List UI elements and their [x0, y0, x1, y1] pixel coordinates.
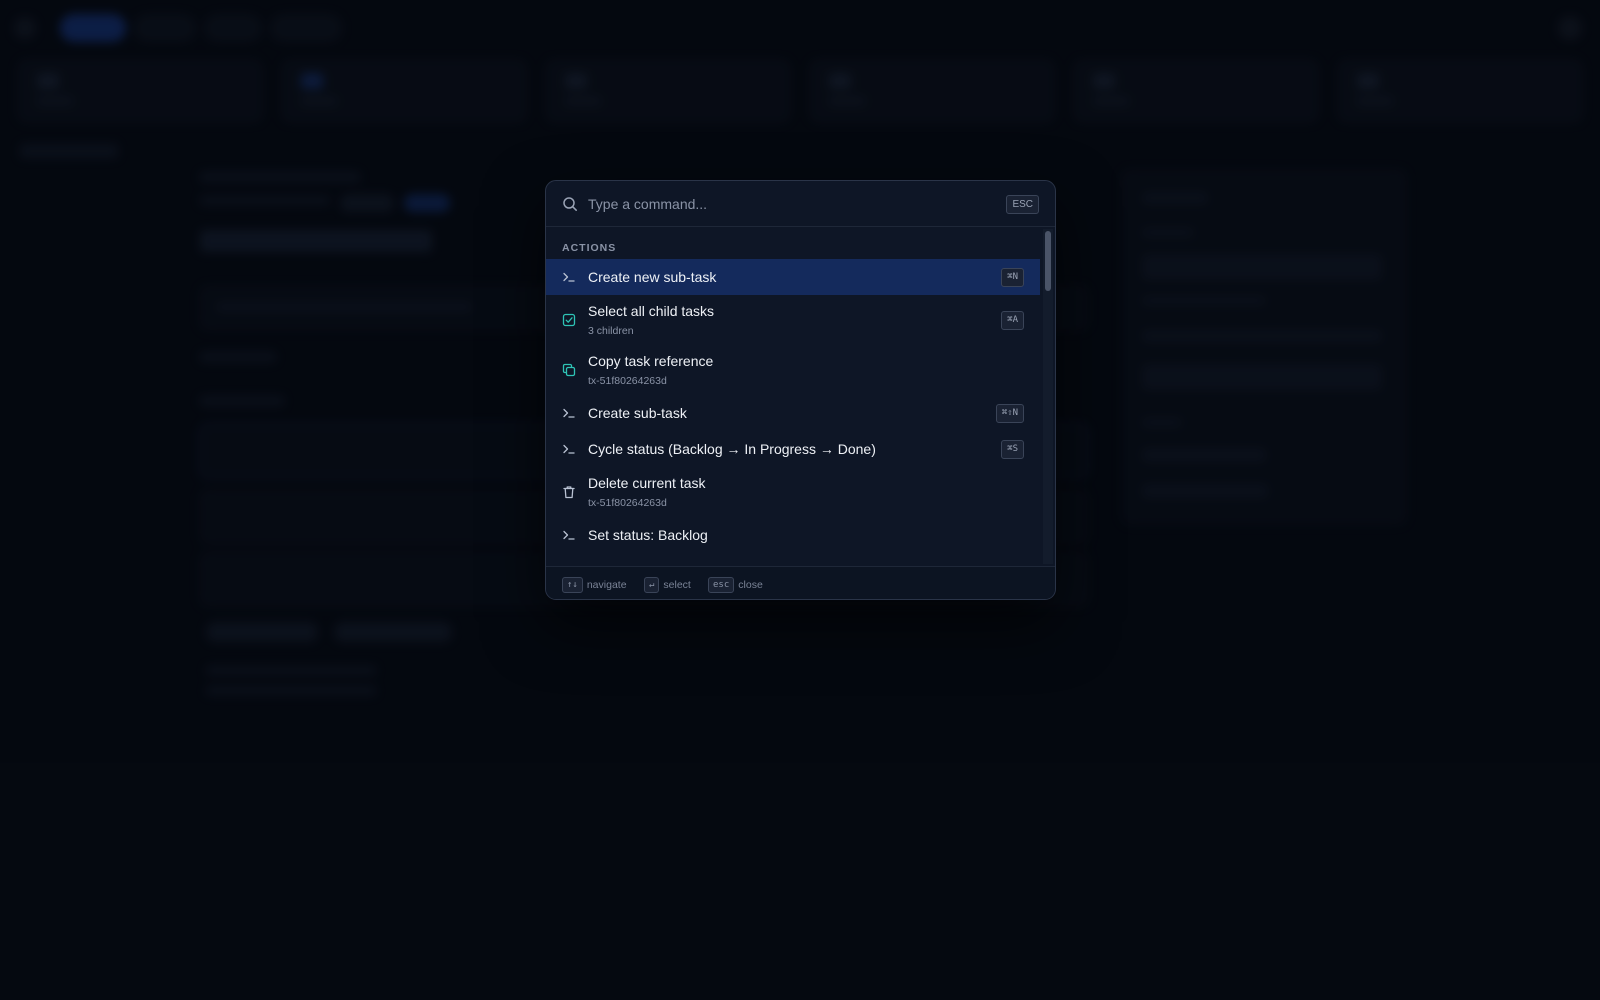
palette-footer: ↑↓ navigate ↵ select esc close — [546, 566, 1055, 599]
close-label: close — [738, 579, 763, 591]
command-item-delete-current-task[interactable]: Delete current task tx-51f80264263d — [546, 467, 1040, 517]
command-subtitle: tx-51f80264263d — [588, 375, 667, 387]
checkbox-icon — [562, 313, 576, 327]
navigate-key: ↑↓ — [562, 577, 583, 593]
command-label: Copy task reference — [588, 353, 714, 369]
hint-navigate: ↑↓ navigate — [562, 577, 627, 593]
select-label: select — [663, 579, 691, 591]
command-item-create-sub-task[interactable]: Create sub-task ⌘⇧N — [546, 395, 1040, 431]
command-list: ACTIONS Create new sub-task ⌘N Select al… — [546, 227, 1055, 566]
shortcut-badge: ⌘⇧N — [995, 404, 1024, 423]
command-item-create-new-sub-task[interactable]: Create new sub-task ⌘N — [546, 259, 1040, 295]
terminal-icon — [562, 442, 576, 456]
command-label: Create sub-task — [588, 405, 687, 421]
terminal-icon — [562, 270, 576, 284]
trash-icon — [562, 485, 576, 499]
terminal-icon — [562, 406, 576, 420]
command-item-cycle-status[interactable]: Cycle status (Backlog → In Progress → Do… — [546, 431, 1040, 467]
command-label: Cycle status (Backlog → In Progress → Do… — [588, 441, 876, 457]
hint-close: esc close — [708, 577, 763, 593]
shortcut-badge: ⌘N — [1001, 268, 1024, 287]
hint-select: ↵ select — [644, 577, 691, 593]
navigate-label: navigate — [586, 579, 627, 591]
terminal-icon — [562, 528, 576, 542]
esc-key-hint[interactable]: ESC — [1006, 195, 1039, 214]
close-key: esc — [708, 577, 735, 593]
shortcut-badge: ⌘A — [1001, 311, 1024, 330]
command-palette: ESC ACTIONS Create new sub-task ⌘N Selec… — [545, 180, 1056, 600]
scrollbar-thumb[interactable] — [1045, 231, 1051, 291]
command-item-set-status-backlog[interactable]: Set status: Backlog — [546, 517, 1040, 553]
command-search-input[interactable] — [588, 192, 988, 216]
command-item-copy-task-reference[interactable]: Copy task reference tx-51f80264263d — [546, 345, 1040, 395]
shortcut-badge: ⌘S — [1001, 440, 1024, 459]
command-label: Select all child tasks — [588, 303, 715, 319]
select-key: ↵ — [644, 577, 660, 593]
command-label: Delete current task — [588, 475, 706, 491]
command-label: Set status: Backlog — [588, 527, 708, 543]
command-subtitle: tx-51f80264263d — [588, 497, 667, 509]
command-label: Create new sub-task — [588, 269, 717, 285]
section-title-actions: ACTIONS — [562, 242, 617, 254]
palette-search-row: ESC — [546, 181, 1055, 227]
search-icon — [562, 196, 578, 212]
command-subtitle: 3 children — [588, 325, 634, 337]
copy-icon — [562, 363, 576, 377]
command-item-select-all-child-tasks[interactable]: Select all child tasks 3 children ⌘A — [546, 295, 1040, 345]
